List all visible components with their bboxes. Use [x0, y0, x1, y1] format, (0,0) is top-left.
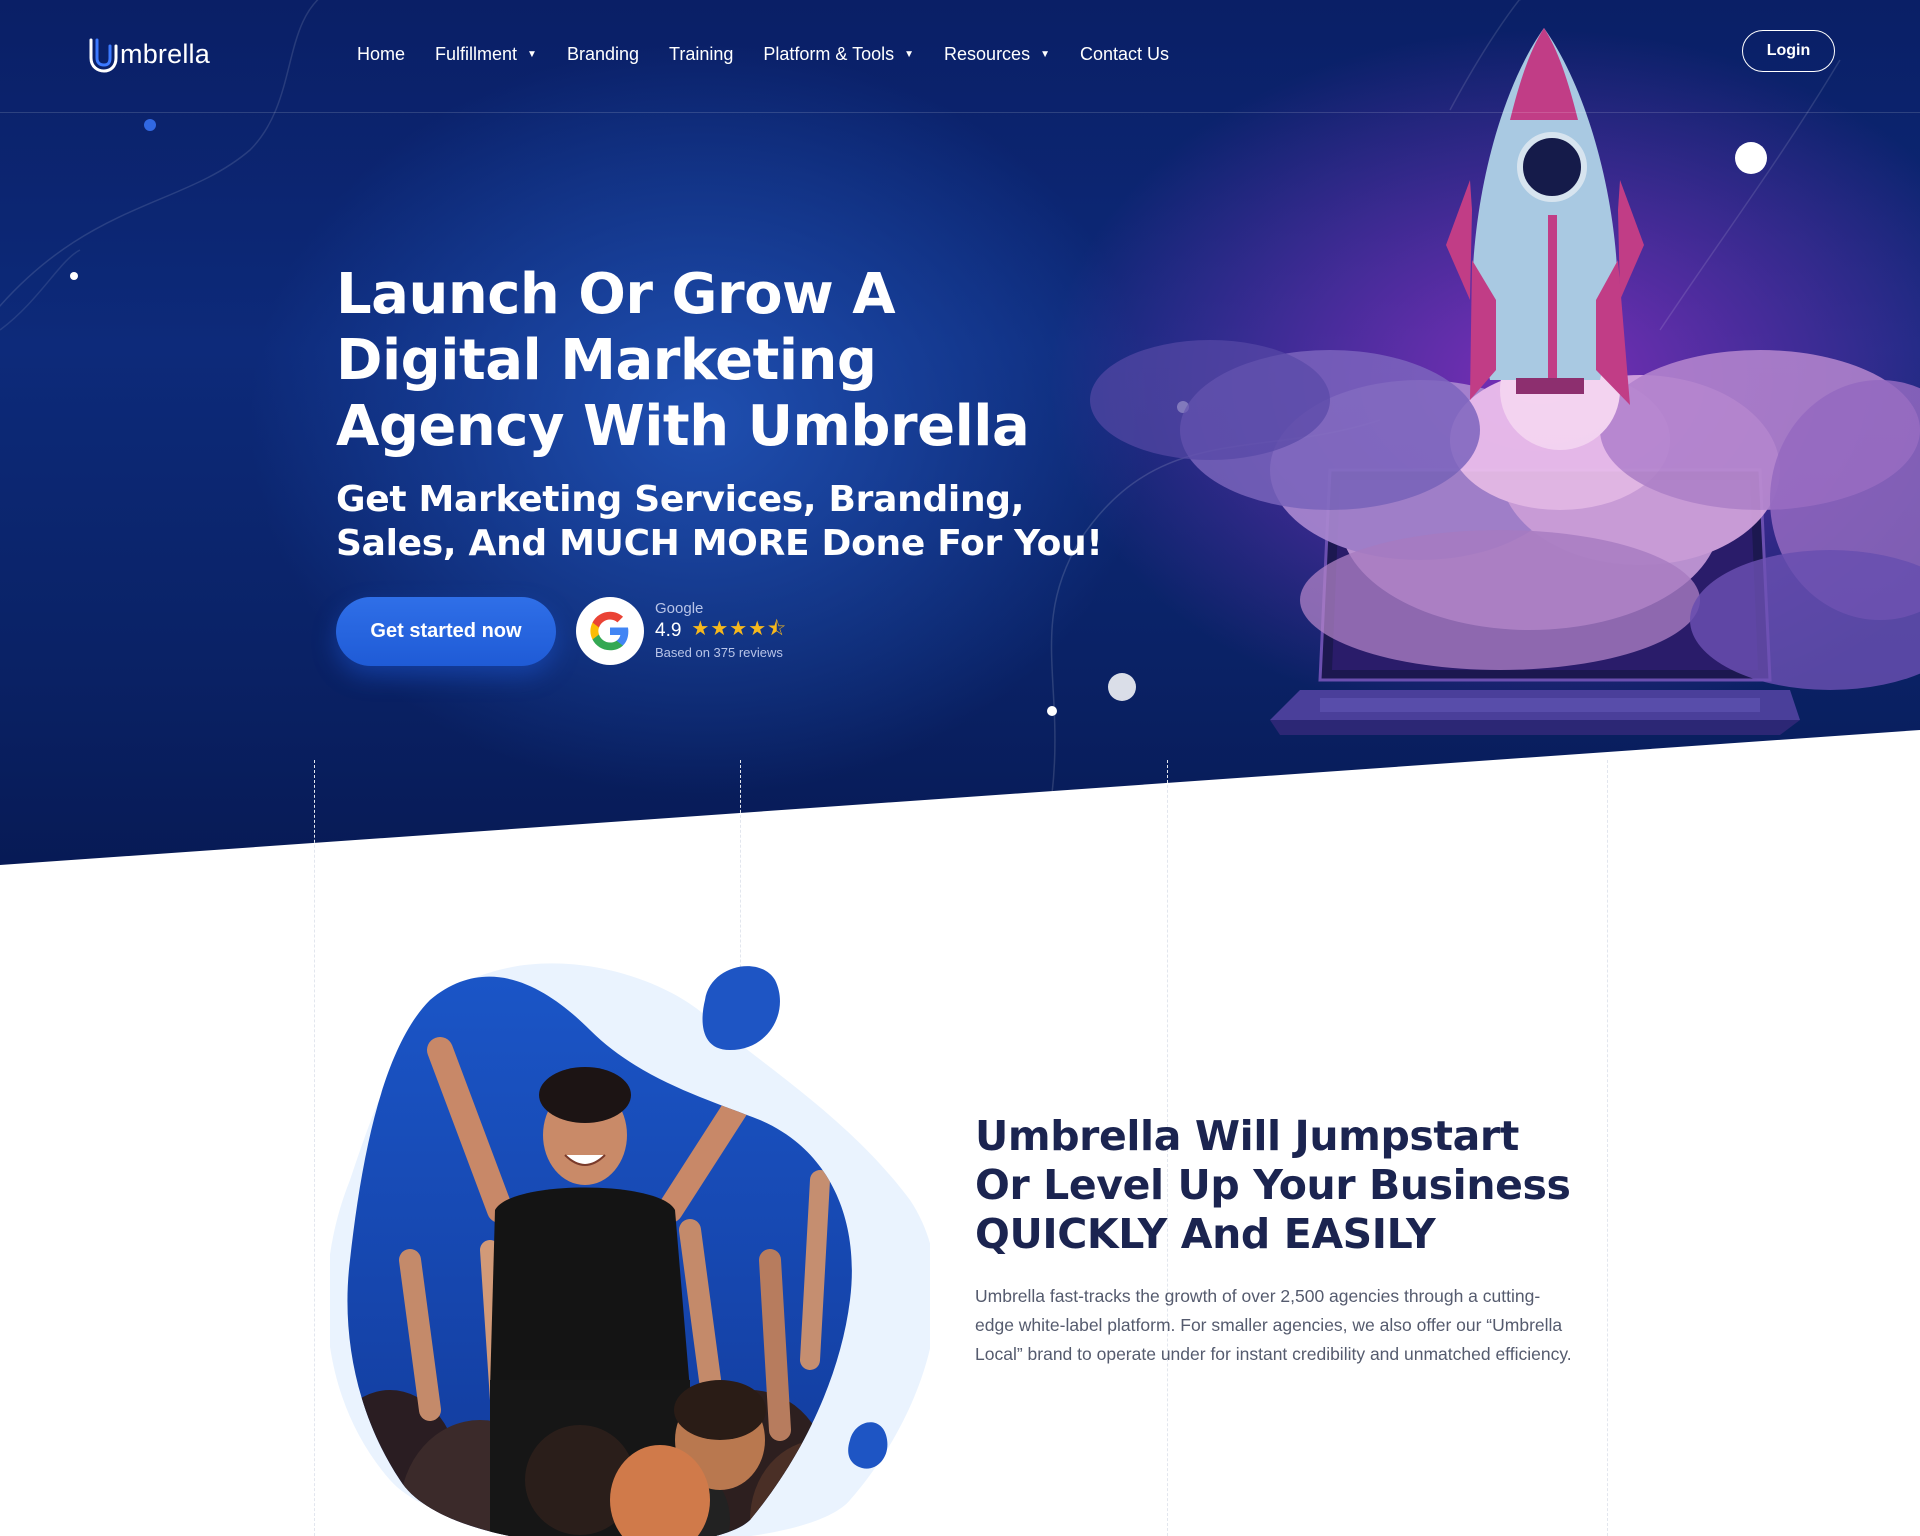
celebration-image-graphic: [326, 963, 937, 1536]
logo-text: mbrella: [120, 38, 210, 69]
nav-item-label: Home: [357, 44, 406, 64]
grid-divider: [314, 760, 315, 1536]
nav-item-resources[interactable]: Resources ▼: [944, 44, 1050, 65]
google-icon: [576, 597, 644, 665]
google-review-badge[interactable]: Google 4.9 ★★★★⯪ Based on 375 reviews: [576, 596, 787, 666]
get-started-button[interactable]: Get started now: [336, 597, 556, 666]
star-rating-icon: ★★★★⯪: [691, 618, 788, 640]
review-summary: Google 4.9 ★★★★⯪ Based on 375 reviews: [655, 600, 787, 662]
nav-item-branding[interactable]: Branding: [567, 44, 639, 65]
hero-section: mbrella Home Fulfillment ▼ Branding Train…: [0, 0, 1920, 865]
nav-menu: Home Fulfillment ▼ Branding Training Plat…: [357, 44, 1199, 65]
nav-item-fulfillment[interactable]: Fulfillment ▼: [435, 44, 537, 65]
nav-item-label: Branding: [566, 44, 640, 64]
login-button[interactable]: Login: [1742, 30, 1835, 72]
nav-item-contact-us[interactable]: Contact Us: [1080, 44, 1169, 65]
top-navigation: mbrella Home Fulfillment ▼ Branding Train…: [0, 0, 1920, 113]
hero-subheadline: Get Marketing Services, Branding, Sales,…: [336, 479, 1103, 564]
umbrella-logo[interactable]: mbrella: [86, 34, 210, 74]
nav-item-label: Contact Us: [1079, 44, 1170, 64]
nav-item-platform-tools[interactable]: Platform & Tools ▼: [763, 44, 914, 65]
hero-headline: Launch Or Grow A Digital Marketing Agenc…: [336, 262, 1030, 459]
grid-divider: [1607, 760, 1608, 1536]
nav-item-label: Resources: [944, 44, 1031, 64]
caret-down-icon: ▼: [1040, 49, 1050, 60]
review-count: Based on 375 reviews: [655, 645, 783, 660]
celebration-image: [326, 960, 937, 1536]
nav-item-training[interactable]: Training: [669, 44, 733, 65]
nav-item-label: Training: [669, 44, 734, 64]
caret-down-icon: ▼: [904, 49, 915, 60]
caret-down-icon: ▼: [527, 49, 537, 60]
section-heading: Umbrella Will Jumpstart Or Level Up Your…: [975, 1112, 1571, 1258]
nav-item-label: Fulfillment: [435, 44, 518, 64]
umbrella-logo-icon: [89, 38, 118, 73]
review-score: 4.9: [655, 620, 682, 641]
nav-item-label: Platform & Tools: [763, 44, 895, 64]
nav-item-home[interactable]: Home: [357, 44, 405, 65]
section-body: Umbrella fast-tracks the growth of over …: [975, 1286, 1572, 1364]
smoke-clouds: [1090, 330, 1920, 690]
